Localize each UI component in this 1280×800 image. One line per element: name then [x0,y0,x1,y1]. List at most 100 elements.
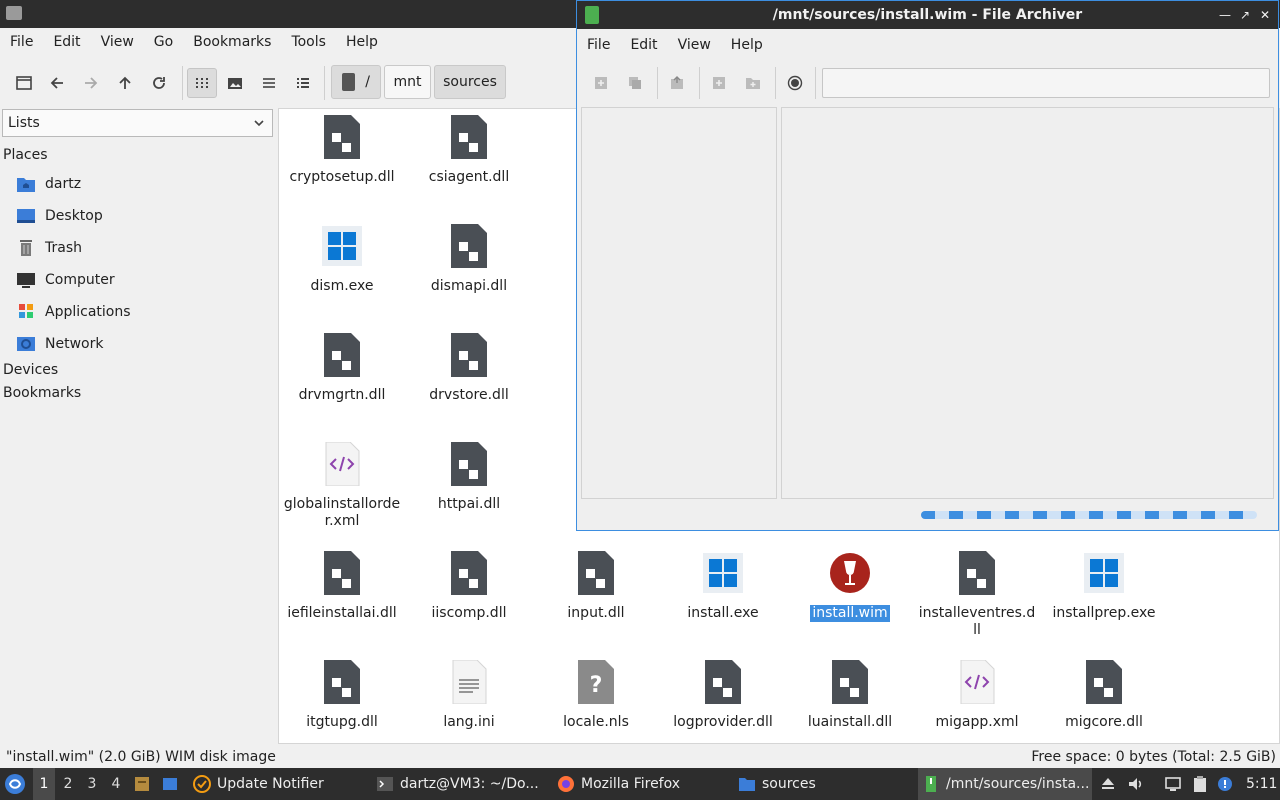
add-folder-button[interactable] [743,73,763,93]
file-item[interactable]: drvmgrtn.dll [279,333,405,404]
file-item[interactable]: ? locale.nls [533,660,659,731]
file-item[interactable]: itgtupg.dll [279,660,405,731]
sidebar-select-value: Lists [8,115,40,131]
file-item[interactable]: dismapi.dll [406,224,532,295]
extract-button[interactable] [667,73,687,93]
menu-bookmarks[interactable]: Bookmarks [183,34,281,50]
file-item[interactable]: httpai.dll [406,442,532,513]
maximize-icon[interactable]: ↗ [1238,8,1252,22]
files-launcher[interactable] [133,768,155,800]
menu-view[interactable]: View [668,37,721,53]
exe-windows-icon [703,553,743,593]
new-tab-button[interactable] [10,69,38,97]
new-archive-button[interactable] [591,73,611,93]
file-name: lang.ini [443,714,495,730]
file-item[interactable]: migapp.xml [914,660,1040,731]
workspace-4[interactable]: 4 [105,768,127,800]
clipboard-icon[interactable] [1191,775,1209,793]
sidebar-item-computer[interactable]: Computer [16,268,115,292]
archive-file-list[interactable] [781,107,1274,499]
task-label: Mozilla Firefox [581,776,681,792]
sidebar-item-network[interactable]: Network [16,332,103,356]
dll-file-icon [578,551,614,595]
file-item[interactable]: dism.exe [279,224,405,295]
start-menu-button[interactable] [4,768,30,800]
menu-help[interactable]: Help [721,37,773,53]
task-label: /mnt/sources/insta... [946,776,1090,792]
menu-edit[interactable]: Edit [43,34,90,50]
breadcrumb-root[interactable]: / [331,65,381,99]
menu-go[interactable]: Go [144,34,183,50]
thumbnail-view-button[interactable] [221,69,249,97]
file-item[interactable]: logprovider.dll [660,660,786,731]
file-item[interactable]: cryptosetup.dll [279,115,405,186]
dll-file-icon [832,660,868,704]
dll-file-icon [451,551,487,595]
workspace-1[interactable]: 1 [33,768,55,800]
workspace-3[interactable]: 3 [81,768,103,800]
back-button[interactable] [43,69,71,97]
eject-icon[interactable] [1099,775,1117,793]
devices-heading[interactable]: Devices [3,362,58,378]
up-button[interactable] [111,69,139,97]
menu-view[interactable]: View [91,34,144,50]
menu-edit[interactable]: Edit [620,37,667,53]
menu-file[interactable]: File [577,37,620,53]
file-archiver-titlebar[interactable]: /mnt/sources/install.wim - File Archiver… [577,1,1278,29]
dll-file-icon [451,333,487,377]
add-files-button[interactable] [709,73,729,93]
file-item[interactable]: csiagent.dll [406,115,532,186]
unknown-file-icon: ? [578,660,614,704]
icon-view-button[interactable] [187,68,217,98]
file-item[interactable]: installeventres.d ll [914,551,1040,639]
task-file-archiver[interactable]: /mnt/sources/insta... [918,768,1092,800]
stop-button[interactable] [785,73,805,93]
breadcrumb-root-label: / [365,74,370,90]
menu-help[interactable]: Help [336,34,388,50]
workspace-2[interactable]: 2 [57,768,79,800]
file-item[interactable]: iiscomp.dll [406,551,532,622]
list-compact-icon [263,78,275,88]
file-item[interactable]: input.dll [533,551,659,622]
dll-file-icon [324,551,360,595]
file-name: dismapi.dll [430,278,508,294]
list-detailed-icon [297,78,309,88]
archive-folder-tree[interactable] [581,107,777,499]
location-field[interactable] [822,68,1270,98]
file-item[interactable]: installprep.exe [1041,551,1167,622]
breadcrumb-sources[interactable]: sources [434,65,506,99]
file-item[interactable]: install.exe [660,551,786,622]
task-update-notifier[interactable]: Update Notifier [193,768,365,800]
sidebar-item-applications[interactable]: Applications [16,300,131,324]
sidebar-item-desktop[interactable]: Desktop [16,204,103,228]
task-firefox[interactable]: Mozilla Firefox [557,768,729,800]
desktop-launcher[interactable] [161,768,183,800]
compact-view-button[interactable] [255,69,283,97]
file-item[interactable]: drvstore.dll [406,333,532,404]
sidebar-item-dartz[interactable]: dartz [16,172,81,196]
menu-tools[interactable]: Tools [281,34,336,50]
notification-icon[interactable] [1216,775,1234,793]
file-item-selected[interactable]: install.wim [787,551,913,622]
task-terminal[interactable]: dartz@VM3: ~/Do... [376,768,548,800]
file-item[interactable]: globalinstallorde r.xml [279,442,405,530]
volume-icon[interactable] [1127,775,1145,793]
file-item[interactable]: luainstall.dll [787,660,913,731]
sidebar-item-trash[interactable]: Trash [16,236,82,260]
breadcrumb-mnt[interactable]: mnt [384,65,431,99]
sidebar-view-select[interactable]: Lists [2,109,273,137]
minimize-icon[interactable]: — [1218,8,1232,22]
reload-button[interactable] [145,69,173,97]
file-item[interactable]: iefileinstallai.dll [279,551,405,622]
forward-button[interactable] [77,69,105,97]
file-item[interactable]: lang.ini [406,660,532,731]
network-icon[interactable] [1164,775,1182,793]
open-archive-button[interactable] [625,73,645,93]
menu-file[interactable]: File [0,34,43,50]
detailed-view-button[interactable] [289,69,317,97]
clock[interactable]: 5:11 [1246,768,1280,800]
task-file-manager[interactable]: sources [738,768,910,800]
bookmarks-heading[interactable]: Bookmarks [3,385,81,401]
close-icon[interactable]: ✕ [1258,8,1272,22]
file-item[interactable]: migcore.dll [1041,660,1167,731]
